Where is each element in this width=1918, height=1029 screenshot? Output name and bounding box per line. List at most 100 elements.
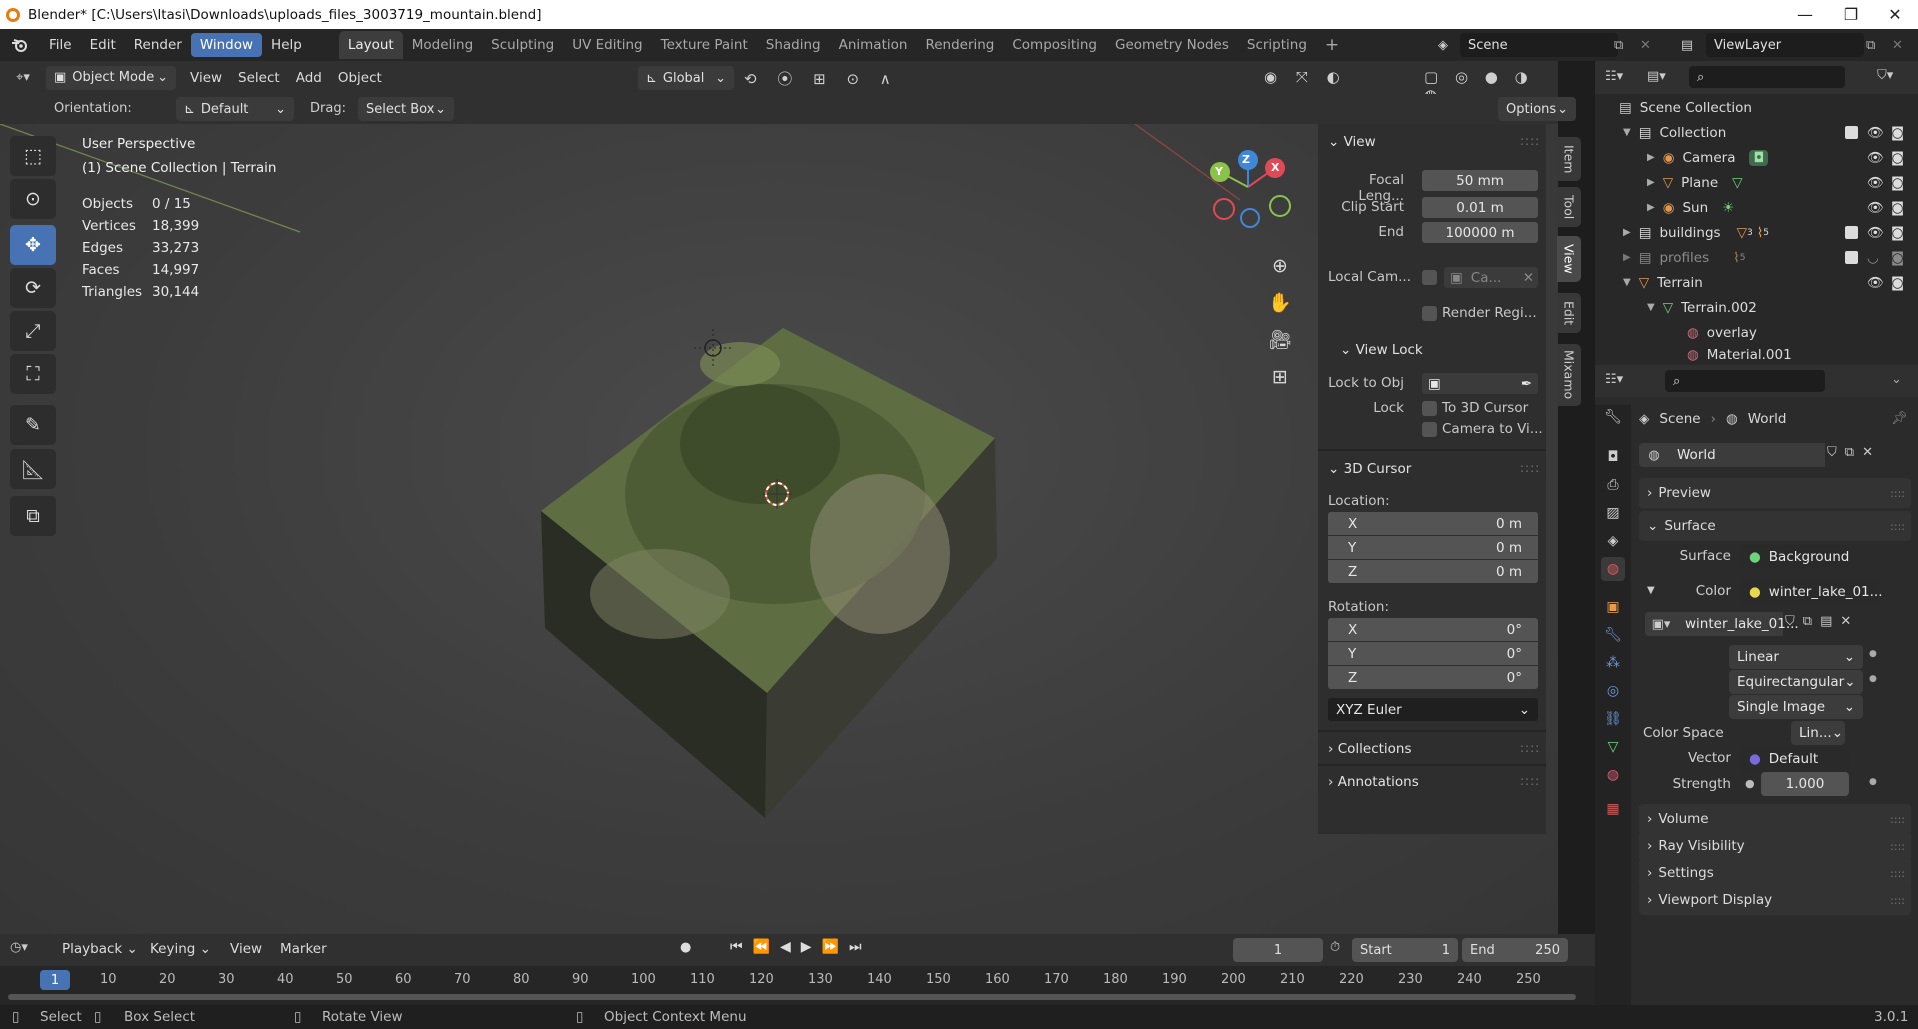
start-frame-field[interactable]: Start 1 bbox=[1352, 938, 1458, 962]
clip-end-field[interactable]: 100000 m bbox=[1422, 222, 1538, 243]
interpolation-dropdown[interactable]: Linear ⌄ bbox=[1729, 645, 1863, 669]
render-camera-icon[interactable]: ◙ bbox=[1891, 225, 1904, 241]
tab-rendering[interactable]: Rendering bbox=[916, 31, 1003, 59]
volume-panel-header[interactable]: › Volume:::: bbox=[1639, 804, 1911, 834]
texture-tab-icon[interactable]: ▦ bbox=[1601, 797, 1625, 821]
open-image-icon[interactable]: ▤ bbox=[1820, 614, 1832, 629]
tab-sculpting[interactable]: Sculpting bbox=[482, 31, 563, 59]
ray-visibility-panel-header[interactable]: › Ray Visibility:::: bbox=[1639, 831, 1911, 861]
camera-data-icon[interactable]: ◘ bbox=[1749, 149, 1769, 166]
object-menu[interactable]: Object bbox=[330, 70, 390, 86]
socket-dot[interactable]: ● bbox=[1869, 649, 1877, 659]
timeline-view-menu[interactable]: View bbox=[222, 941, 270, 957]
camera-view-icon[interactable]: 🎥︎ bbox=[1264, 322, 1296, 359]
cursor-rotation-z[interactable]: Z 0° bbox=[1328, 666, 1538, 689]
modifier-icon[interactable]: ⌇ bbox=[1757, 225, 1764, 241]
eye-icon[interactable]: 👁︎ bbox=[1867, 200, 1884, 216]
rotation-mode-dropdown[interactable]: XYZ Euler ⌄ bbox=[1328, 698, 1538, 721]
render-tab-icon[interactable]: ◘ bbox=[1601, 445, 1625, 469]
mesh-data-icon[interactable]: ▽ bbox=[1732, 175, 1742, 191]
tab-item[interactable]: Item bbox=[1557, 137, 1581, 181]
pivot-snap-icons[interactable]: ⟲ ⦿ ⊞ ⊙ ∧ bbox=[744, 68, 899, 89]
outliner-row-scene-collection[interactable]: ▤ Scene Collection bbox=[1595, 95, 1918, 120]
select-menu[interactable]: Select bbox=[230, 70, 288, 86]
material-tab-icon[interactable]: ◍ bbox=[1601, 763, 1625, 787]
tab-scripting[interactable]: Scripting bbox=[1238, 31, 1316, 59]
include-checkbox[interactable] bbox=[1845, 126, 1858, 139]
preview-panel-header[interactable]: › Preview:::: bbox=[1639, 478, 1911, 508]
timeline-editor-icon[interactable]: ◷▾ bbox=[10, 940, 28, 955]
marker-menu[interactable]: Marker bbox=[272, 941, 335, 957]
stopwatch-icon[interactable]: ⏱ bbox=[1330, 940, 1340, 955]
viewlayer-browse-icon[interactable]: ▤ bbox=[1672, 33, 1702, 57]
cursor-location-x[interactable]: X0 m bbox=[1328, 512, 1538, 535]
tab-animation[interactable]: Animation bbox=[830, 31, 917, 59]
playback-controls[interactable]: ⏮⏪◀▶⏩⏭ bbox=[730, 939, 872, 955]
outliner-row-overlay-material[interactable]: ◍ overlay bbox=[1595, 320, 1918, 345]
gizmo-z-label[interactable]: Z bbox=[1242, 153, 1250, 166]
color-space-dropdown[interactable]: Lin... ⌄ bbox=[1791, 721, 1845, 745]
add-cube-tool[interactable]: ⧉ bbox=[10, 496, 56, 536]
end-frame-field[interactable]: End 250 bbox=[1462, 938, 1568, 962]
mesh-object-icon[interactable]: ▽ bbox=[1737, 225, 1747, 241]
render-camera-icon[interactable]: ◙ bbox=[1891, 125, 1904, 141]
tab-shading[interactable]: Shading bbox=[757, 31, 830, 59]
current-frame-field[interactable]: 1 bbox=[1233, 938, 1323, 962]
eye-closed-icon[interactable]: ◡ bbox=[1867, 250, 1879, 266]
tab-geometry-nodes[interactable]: Geometry Nodes bbox=[1106, 31, 1238, 59]
collections-header[interactable]: › Collections bbox=[1328, 741, 1412, 757]
render-camera-icon[interactable]: ◙ bbox=[1891, 250, 1904, 266]
playback-menu[interactable]: Playback ⌄ bbox=[54, 941, 146, 957]
surface-panel-header[interactable]: ⌄ Surface:::: bbox=[1639, 511, 1911, 541]
world-name-field[interactable]: World bbox=[1669, 443, 1825, 467]
menu-window[interactable]: Window bbox=[190, 33, 263, 57]
outliner-row-plane[interactable]: ▶ ▽ Plane ▽ 👁︎ ◙ bbox=[1595, 170, 1918, 195]
new-viewlayer-icon[interactable]: ⧉ bbox=[1866, 33, 1888, 57]
render-camera-icon[interactable]: ◙ bbox=[1891, 150, 1904, 166]
outliner-row-terrain[interactable]: ▼ ▽ Terrain 👁︎ ◙ bbox=[1595, 270, 1918, 295]
clear-icon[interactable]: ✕ bbox=[1523, 270, 1534, 286]
record-button[interactable]: ● bbox=[680, 940, 691, 955]
vector-input-field[interactable]: ● Default bbox=[1741, 747, 1849, 771]
menu-file[interactable]: File bbox=[40, 33, 81, 57]
projection-dropdown[interactable]: Equirectangular ⌄ bbox=[1729, 670, 1863, 694]
tab-view[interactable]: View bbox=[1557, 236, 1581, 282]
display-mode-icon[interactable]: ▤▾ bbox=[1647, 69, 1666, 84]
eye-icon[interactable]: 👁︎ bbox=[1867, 150, 1884, 166]
socket-dot[interactable]: ● bbox=[1869, 777, 1877, 787]
move-tool[interactable]: ✥ bbox=[10, 225, 56, 265]
cursor-rotation-x[interactable]: X 0° bbox=[1328, 618, 1538, 641]
delete-scene-icon[interactable]: ✕ bbox=[1640, 33, 1658, 57]
sun-data-icon[interactable]: ☀ bbox=[1722, 200, 1734, 216]
viewlayer-tab-icon[interactable]: ▨ bbox=[1601, 501, 1625, 525]
options-dropdown[interactable]: Options ⌄ bbox=[1498, 97, 1576, 121]
outliner-row-material-001[interactable]: ◍ Material.001 bbox=[1595, 345, 1918, 365]
scene-tab-icon[interactable]: ◈ bbox=[1601, 529, 1625, 553]
cursor-location-y[interactable]: Y0 m bbox=[1328, 536, 1538, 559]
ortho-grid-icon[interactable]: ⊞ bbox=[1264, 359, 1296, 396]
socket-dot[interactable]: ● bbox=[1869, 674, 1877, 684]
tab-edit[interactable]: Edit bbox=[1557, 293, 1581, 333]
timeline-ruler[interactable]: 1 10 20 30 40 50 60 70 80 90 100 110 120 130 140 150 16… bbox=[0, 966, 1595, 1005]
add-menu[interactable]: Add bbox=[288, 70, 330, 86]
annotate-tool[interactable]: ✎ bbox=[10, 405, 56, 445]
eye-icon[interactable]: 👁︎ bbox=[1867, 125, 1884, 141]
outliner-search-input[interactable]: ⌕ bbox=[1689, 66, 1845, 88]
tab-texture-paint[interactable]: Texture Paint bbox=[652, 31, 757, 59]
filter-icon[interactable]: ⛉▾ bbox=[1877, 68, 1893, 83]
cursor-location-z[interactable]: Z0 m bbox=[1328, 560, 1538, 583]
navigation-buttons[interactable]: ⊕ ✋ 🎥︎ ⊞ bbox=[1264, 248, 1296, 396]
properties-search-input[interactable]: ⌕ bbox=[1665, 370, 1825, 392]
duplicate-icon[interactable]: ⧉ bbox=[1845, 445, 1854, 460]
new-scene-icon[interactable]: ⧉ bbox=[1614, 33, 1636, 57]
pin-icon[interactable]: 📌︎ bbox=[1891, 411, 1908, 426]
eyedropper-icon[interactable]: ✒ bbox=[1521, 376, 1532, 392]
properties-editor-icon[interactable]: ☷▾ bbox=[1605, 372, 1623, 387]
menu-render[interactable]: Render bbox=[125, 33, 191, 57]
chevron-down-icon[interactable]: ⌄ bbox=[1891, 372, 1902, 387]
outliner-row-buildings[interactable]: ▶ ▤ buildings ▽ 3 ⌇ 5 👁︎ ◙ bbox=[1595, 220, 1918, 245]
eye-icon[interactable]: 👁︎ bbox=[1867, 225, 1884, 241]
outliner-editor-icon[interactable]: ☷▾ bbox=[1605, 69, 1623, 84]
cursor-rotation-y[interactable]: Y 0° bbox=[1328, 642, 1538, 665]
cursor-tool[interactable]: ⊙ bbox=[10, 179, 56, 219]
